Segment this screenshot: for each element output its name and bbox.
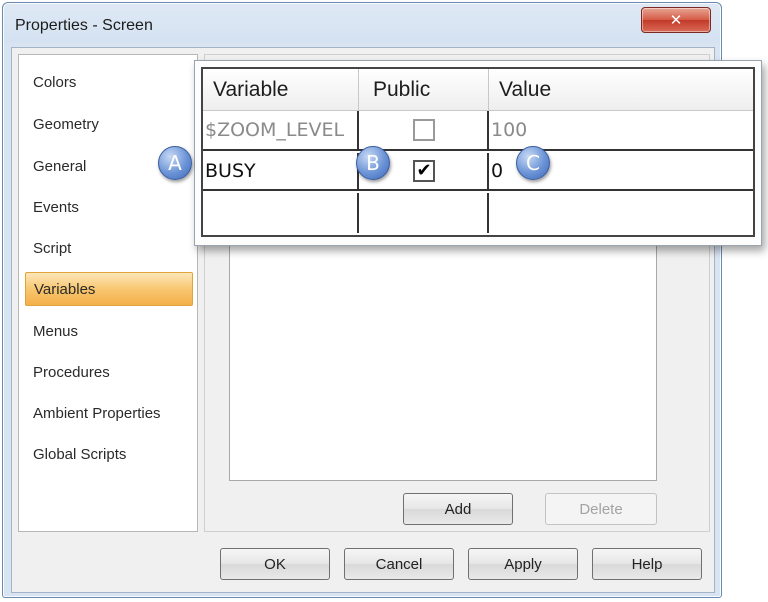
public-checkbox[interactable]: [413, 119, 435, 141]
title-bar[interactable]: Properties - Screen ✕: [3, 3, 721, 43]
variable-name-cell[interactable]: $ZOOM_LEVEL: [203, 111, 359, 149]
nav-item-geometry[interactable]: Geometry: [25, 107, 193, 141]
close-button[interactable]: ✕: [641, 7, 711, 33]
nav-item-menus[interactable]: Menus: [25, 314, 193, 348]
window-title: Properties - Screen: [15, 17, 153, 34]
apply-button[interactable]: Apply: [468, 548, 578, 580]
public-cell: [359, 111, 489, 149]
variables-grid: Variable Public Value $ZOOM_LEVEL 100 BU…: [201, 67, 755, 237]
nav-item-global-scripts[interactable]: Global Scripts: [25, 437, 193, 471]
public-cell: [359, 193, 489, 233]
variable-name-cell[interactable]: BUSY: [203, 153, 359, 189]
nav-item-ambient-properties[interactable]: Ambient Properties: [25, 396, 193, 430]
callout-badge-b: B: [356, 146, 390, 180]
checkmark-icon: ✔: [416, 160, 432, 181]
nav-item-variables[interactable]: Variables: [25, 272, 193, 306]
delete-button[interactable]: Delete: [545, 493, 657, 525]
category-list: Colors Geometry General Events Script Va…: [18, 54, 198, 532]
magnified-grid-callout: Variable Public Value $ZOOM_LEVEL 100 BU…: [194, 60, 762, 246]
column-header-value[interactable]: Value: [489, 69, 753, 110]
column-header-variable[interactable]: Variable: [203, 69, 359, 110]
add-button[interactable]: Add: [403, 493, 513, 525]
nav-item-script[interactable]: Script: [25, 231, 193, 265]
nav-item-colors[interactable]: Colors: [25, 65, 193, 99]
variable-name-cell[interactable]: [203, 193, 359, 233]
callout-badge-c: C: [516, 146, 550, 180]
value-cell[interactable]: [489, 193, 753, 233]
grid-header-row: Variable Public Value: [203, 69, 753, 111]
column-header-public[interactable]: Public: [359, 69, 489, 110]
table-row[interactable]: BUSY ✔ 0: [203, 153, 753, 191]
ok-button[interactable]: OK: [220, 548, 330, 580]
nav-item-procedures[interactable]: Procedures: [25, 355, 193, 389]
value-cell[interactable]: 100: [489, 111, 753, 149]
table-row[interactable]: $ZOOM_LEVEL 100: [203, 111, 753, 151]
callout-badge-a: A: [158, 146, 192, 180]
help-button[interactable]: Help: [592, 548, 702, 580]
table-row-empty[interactable]: [203, 193, 753, 233]
cancel-button[interactable]: Cancel: [344, 548, 454, 580]
public-checkbox[interactable]: ✔: [413, 160, 435, 182]
nav-item-events[interactable]: Events: [25, 190, 193, 224]
close-icon: ✕: [669, 11, 683, 29]
